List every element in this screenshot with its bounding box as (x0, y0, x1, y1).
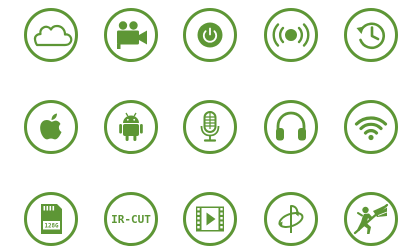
android-icon (103, 99, 159, 155)
ir-cut-icon: IR-CUT (103, 191, 159, 247)
power-icon (182, 7, 238, 63)
apple-icon (23, 99, 79, 155)
video-camera-icon (103, 7, 159, 63)
rotate-360-icon (263, 191, 319, 247)
history-icon (343, 7, 399, 63)
cloud-icon (23, 7, 79, 63)
video-icon (182, 191, 238, 247)
ir-cut-label: IR-CUT (111, 213, 151, 226)
headphones-icon (263, 99, 319, 155)
vibration-icon (263, 7, 319, 63)
icon-grid: 128G IR-CUT (0, 0, 412, 248)
sd-card-icon: 128G (23, 191, 79, 247)
wifi-icon (343, 99, 399, 155)
sd-card-capacity-label: 128G (45, 224, 59, 230)
microphone-icon (182, 99, 238, 155)
intruder-alert-icon (343, 191, 399, 247)
